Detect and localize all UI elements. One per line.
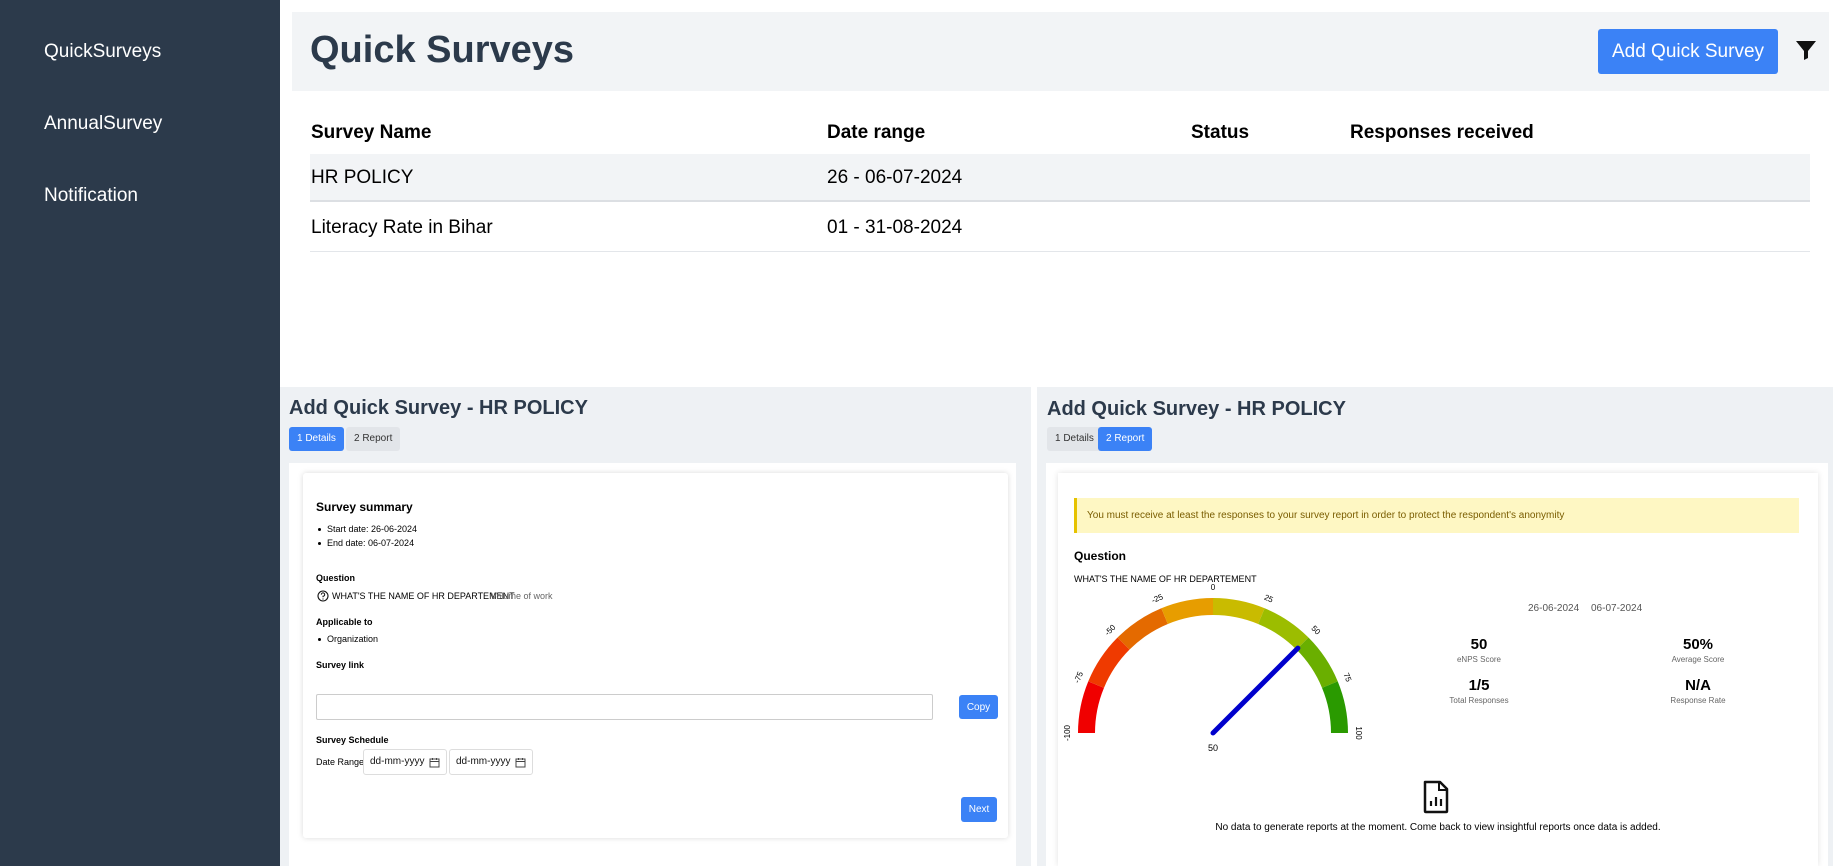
response-rate-value: N/A [1685,677,1711,694]
gauge-value-label: 50 [1208,743,1218,753]
table-row[interactable]: HR POLICY 26 - 06-07-2024 [310,154,1810,202]
gauge-segment [1213,598,1265,624]
calendar-icon[interactable] [429,757,440,768]
page-title: Quick Surveys [310,29,575,71]
column-header-status: Status [1191,122,1250,143]
date-from-input[interactable]: dd-mm-yyyy [363,749,447,775]
gauge-tick-label: -25 [1150,592,1165,605]
gauge-tick-label: -50 [1103,623,1118,638]
date-to-input[interactable]: dd-mm-yyyy [449,749,533,775]
bullet [318,542,321,545]
details-card-inner: Survey summary Start date: 26-06-2024 En… [303,473,1008,838]
gauge-segment [1117,608,1168,650]
average-score-label: Average Score [1671,655,1725,664]
question-label: Question [316,573,356,583]
question-tag: Volume of work [491,591,553,601]
gauge-segment [1161,598,1213,624]
tab-report[interactable]: 2 Report [1098,427,1153,451]
date-range-cell: 01 - 31-08-2024 [827,217,963,238]
applicable-label: Applicable to [316,617,373,627]
empty-report-message: No data to generate reports at the momen… [1215,822,1661,833]
help-circle-icon [317,590,329,602]
response-rate-label: Response Rate [1670,696,1726,705]
details-panel: Add Quick Survey - HR POLICY 1 Details 2… [280,387,1031,866]
gauge-segment [1296,637,1338,688]
average-score-value: 50% [1682,636,1714,653]
anonymity-warning: You must receive at least the responses … [1074,498,1799,533]
enps-score-label: eNPS Score [1456,655,1502,664]
enps-gauge: -100 -75 -50 -25 0 25 50 75 100 50 [1063,583,1363,753]
enps-score-value: 50 [1470,636,1488,653]
add-quick-survey-button[interactable]: Add Quick Survey [1598,29,1778,74]
survey-link-label: Survey link [316,660,365,670]
table-row[interactable]: Literacy Rate in Bihar 01 - 31-08-2024 [310,204,1810,252]
report-panel-title: Add Quick Survey - HR POLICY [1047,398,1346,420]
start-date-text: Start date: 26-06-2024 [327,524,418,534]
report-question-label: Question [1074,549,1127,563]
column-header-responses: Responses received [1350,122,1534,143]
total-responses-value: 1/5 [1468,677,1490,694]
column-header-date-range: Date range [827,122,926,143]
date-from-placeholder: dd-mm-yyyy [370,756,425,767]
applicable-value: Organization [327,634,379,644]
report-card: You must receive at least the responses … [1046,463,1828,866]
end-date-text: End date: 06-07-2024 [327,538,415,548]
sidebar-item-notification[interactable]: Notification [44,185,138,207]
tab-details[interactable]: 1 Details [1047,427,1102,451]
gauge-segment [1078,681,1104,733]
question-text: WHAT'S THE NAME OF HR DEPARTEMENT [332,591,515,601]
bullet [318,638,321,641]
survey-schedule-label: Survey Schedule [316,735,389,745]
sidebar-item-quicksurveys[interactable]: QuickSurveys [44,41,161,63]
calendar-icon[interactable] [515,757,526,768]
gauge-segment [1322,681,1348,733]
main-content: Quick Surveys Add Quick Survey Survey Na… [280,0,1833,866]
gauge-tick-label: -100 [1063,724,1072,741]
details-card: Survey summary Start date: 26-06-2024 En… [289,463,1016,866]
column-header-survey-name: Survey Name [311,122,432,143]
details-panel-title: Add Quick Survey - HR POLICY [289,397,588,419]
page-header: Quick Surveys Add Quick Survey [292,12,1829,91]
report-card-inner: You must receive at least the responses … [1058,473,1818,866]
report-panel: Add Quick Survey - HR POLICY 1 Details 2… [1037,387,1833,866]
tab-details[interactable]: 1 Details [289,427,344,451]
gauge-tick-label: 100 [1354,726,1363,740]
tab-report[interactable]: 2 Report [346,427,401,451]
gauge-tick-label: 0 [1211,583,1216,592]
gauge-tick-label: 50 [1309,624,1322,637]
next-button[interactable]: Next [961,797,997,822]
report-date-from: 26-06-2024 [1528,603,1580,614]
date-range-cell: 26 - 06-07-2024 [827,167,963,188]
gauge-tick-label: 25 [1263,593,1275,605]
sidebar-item-annualsurvey[interactable]: AnnualSurvey [44,113,162,135]
report-date-to: 06-07-2024 [1591,603,1643,614]
date-to-placeholder: dd-mm-yyyy [456,756,511,767]
survey-name-cell: HR POLICY [311,167,414,188]
gauge-segment [1088,637,1130,688]
filter-icon[interactable] [1794,38,1818,62]
gauge-tick-label: -75 [1072,670,1085,685]
report-document-icon [1423,780,1449,814]
bullet [318,528,321,531]
survey-summary-title: Survey summary [316,500,413,514]
gauge-needle [1210,645,1301,736]
sidebar: QuickSurveys AnnualSurvey Notification [0,0,280,866]
survey-name-cell: Literacy Rate in Bihar [311,217,493,238]
date-range-label: Date Range: [316,757,367,767]
survey-link-input[interactable] [316,694,933,720]
gauge-tick-label: 75 [1341,672,1353,684]
copy-button[interactable]: Copy [959,695,998,719]
gauge-segment [1258,608,1309,650]
total-responses-label: Total Responses [1449,696,1509,705]
